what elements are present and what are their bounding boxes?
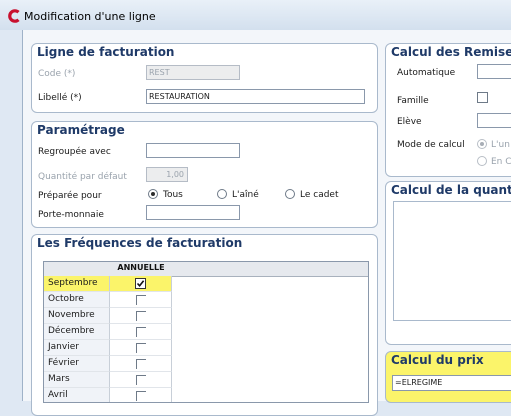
group-title: Les Fréquences de facturation [37, 236, 243, 250]
prix-formula-field[interactable]: =ELREGIME [392, 375, 511, 391]
famille-label: Famille [397, 96, 429, 106]
mode-calcul-label: Mode de calcul [397, 140, 465, 150]
group-title: Paramétrage [37, 123, 125, 137]
radio-mode-en[interactable] [477, 156, 487, 166]
table-row: Octobre [44, 292, 368, 308]
quantite-formula-area[interactable] [393, 201, 511, 321]
month-label: Septembre [44, 276, 110, 292]
preparee-label: Préparée pour [38, 191, 102, 201]
month-label: Octobre [44, 292, 110, 308]
code-field[interactable]: REST [146, 65, 240, 80]
checkbox-unchecked[interactable] [136, 327, 146, 337]
window-title: Modification d'une ligne [24, 10, 156, 23]
porte-monnaie-field[interactable] [146, 205, 240, 220]
porte-monnaie-label: Porte-monnaie [38, 210, 104, 220]
annual-cell[interactable] [110, 276, 172, 292]
quantite-field[interactable]: 1,00 [146, 167, 188, 182]
annual-cell[interactable] [110, 372, 172, 388]
eleve-label: Elève [397, 117, 422, 127]
radio-cadet-label: Le cadet [300, 190, 339, 200]
annual-cell[interactable] [110, 340, 172, 356]
checkbox-checked[interactable] [135, 278, 146, 289]
frequences-grid: ANNUELLE Septembre Octobre Novembre Décembr… [43, 261, 369, 403]
eleve-field[interactable] [477, 113, 511, 128]
app-logo-icon [8, 9, 20, 23]
table-row: Novembre [44, 308, 368, 324]
automatique-label: Automatique [397, 68, 456, 78]
month-label: Décembre [44, 324, 110, 340]
radio-aine-label: L'aîné [232, 190, 259, 200]
radio-tous[interactable] [148, 189, 158, 199]
table-row: Décembre [44, 324, 368, 340]
radio-cadet[interactable] [285, 189, 295, 199]
radio-mode-en-label: En C [491, 157, 511, 167]
annual-cell[interactable] [110, 308, 172, 324]
checkbox-unchecked[interactable] [136, 359, 146, 369]
grid-header: ANNUELLE [44, 262, 368, 277]
libelle-field[interactable]: RESTAURATION [146, 89, 365, 104]
checkbox-unchecked[interactable] [136, 311, 146, 321]
regroupee-field[interactable] [146, 143, 240, 158]
title-bar: Modification d'une ligne [0, 0, 511, 30]
table-row: Janvier [44, 340, 368, 356]
checkbox-unchecked[interactable] [136, 391, 146, 401]
table-row: Mars [44, 372, 368, 388]
quantite-label: Quantité par défaut [38, 172, 127, 182]
regroupee-label: Regroupée avec [38, 147, 111, 157]
month-label: Mars [44, 372, 110, 388]
table-row: Septembre [44, 276, 368, 292]
month-label: Janvier [44, 340, 110, 356]
column-annuelle: ANNUELLE [117, 263, 165, 272]
table-row: Février [44, 356, 368, 372]
radio-tous-label: Tous [163, 190, 183, 200]
annual-cell[interactable] [110, 324, 172, 340]
checkbox-unchecked[interactable] [136, 343, 146, 353]
code-label: Code (*) [38, 69, 76, 79]
checkbox-unchecked[interactable] [136, 295, 146, 305]
radio-aine[interactable] [217, 189, 227, 199]
annual-cell[interactable] [110, 356, 172, 372]
famille-checkbox[interactable] [477, 92, 488, 103]
month-label: Novembre [44, 308, 110, 324]
automatique-field[interactable] [477, 64, 511, 79]
radio-mode-un[interactable] [477, 139, 487, 149]
group-title: Calcul du prix [391, 353, 484, 367]
radio-mode-un-label: L'un [491, 140, 510, 150]
group-title: Calcul de la quantite [391, 183, 511, 197]
group-title: Calcul des Remises [391, 45, 511, 59]
libelle-label: Libellé (*) [38, 93, 82, 103]
month-label: Février [44, 356, 110, 372]
group-title: Ligne de facturation [37, 45, 175, 59]
annual-cell[interactable] [110, 292, 172, 308]
check-mark-icon [136, 280, 145, 288]
checkbox-unchecked[interactable] [136, 375, 146, 385]
